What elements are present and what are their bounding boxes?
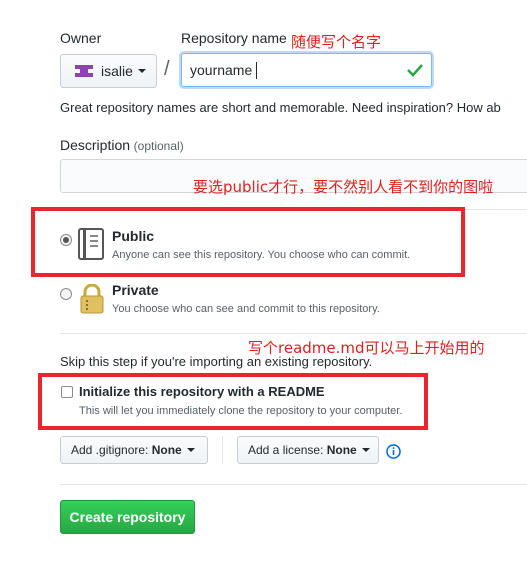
private-desc: You choose who can see and commit to thi… [112, 303, 380, 315]
skip-text: Skip this step if you're importing an ex… [60, 354, 373, 369]
repo-name-hint: Great repository names are short and mem… [60, 100, 501, 115]
chevron-down-icon [186, 448, 195, 452]
chevron-down-icon [361, 448, 370, 452]
info-icon[interactable] [386, 444, 401, 462]
annotation-box-public [31, 207, 465, 277]
chevron-down-icon [137, 69, 146, 73]
gitignore-value: None [151, 443, 182, 457]
repo-name-value: yourname [190, 62, 253, 78]
repo-name-label: Repository name [181, 30, 287, 46]
owner-select[interactable]: isalie [60, 54, 157, 88]
private-title: Private [112, 282, 159, 298]
owner-repo-separator: / [164, 58, 170, 80]
description-label: Description [60, 137, 131, 153]
license-value: None [326, 443, 357, 457]
annotation-public: 要选public才行，要不然别人看不到你的图啦 [193, 178, 494, 196]
private-radio[interactable] [60, 288, 72, 300]
owner-avatar [75, 64, 93, 78]
create-repository-button[interactable]: Create repository [60, 500, 195, 534]
description-label-row: Description (optional) [60, 137, 184, 153]
repo-name-caret [256, 62, 257, 79]
owner-name: isalie [101, 63, 133, 79]
divider [60, 333, 527, 334]
lock-icon [80, 283, 104, 317]
repo-name-input[interactable]: yourname [181, 53, 432, 87]
annotation-name: 随便写个名字 [291, 33, 382, 51]
gitignore-prefix: Add .gitignore: [71, 443, 149, 457]
annotation-box-readme [38, 373, 428, 430]
description-optional: (optional) [133, 139, 184, 153]
divider [222, 436, 223, 464]
owner-label: Owner [60, 30, 102, 46]
license-select[interactable]: Add a license: None [237, 436, 379, 464]
check-icon [407, 63, 423, 80]
license-prefix: Add a license: [248, 443, 324, 457]
gitignore-select[interactable]: Add .gitignore: None [60, 436, 208, 464]
divider [60, 484, 527, 485]
